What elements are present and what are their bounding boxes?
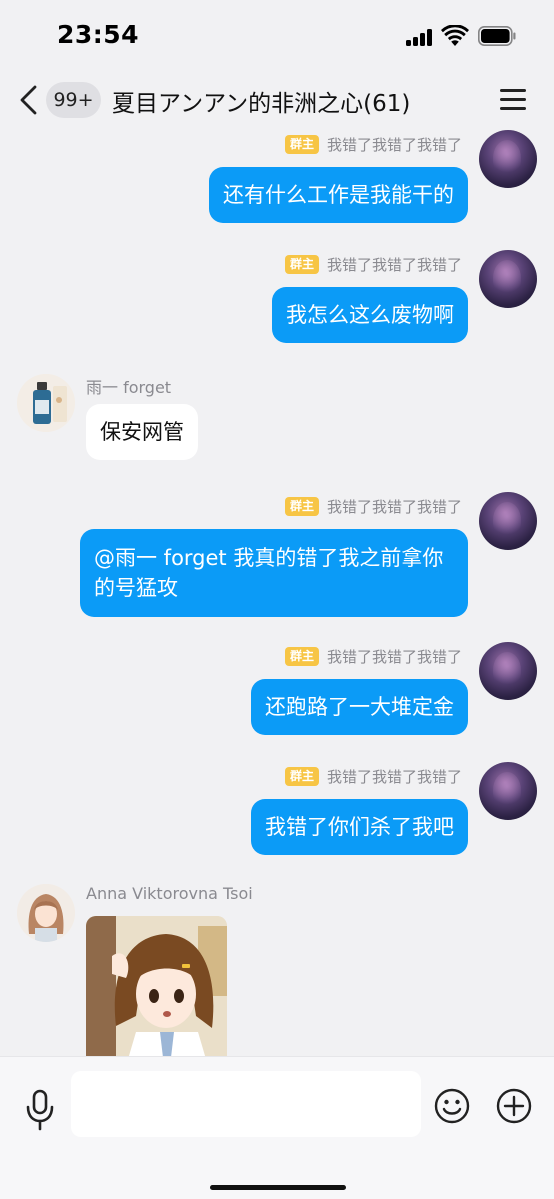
image-message[interactable] (86, 916, 227, 1056)
anime-image (86, 916, 227, 1056)
avatar[interactable] (479, 250, 537, 308)
avatar-bottle-image (17, 374, 75, 432)
owner-badge: 群主 (284, 497, 319, 516)
input-bar (0, 1056, 554, 1199)
avatar[interactable] (479, 130, 537, 188)
menu-icon[interactable] (500, 87, 528, 111)
signal-icon (406, 28, 434, 46)
status-bar: 23:54 (0, 0, 554, 72)
sender-meta: 群主 我错了我错了我错了 (284, 254, 462, 275)
owner-badge: 群主 (284, 255, 319, 274)
sender-name: Anna Viktorovna Tsoi (86, 884, 253, 903)
mic-icon[interactable] (24, 1089, 56, 1131)
message-bubble[interactable]: 还跑路了一大堆定金 (251, 679, 468, 735)
owner-badge: 群主 (284, 767, 319, 786)
sender-name: 雨一 forget (86, 378, 172, 397)
owner-badge: 群主 (284, 135, 319, 154)
home-indicator (210, 1185, 346, 1190)
group-title[interactable]: 夏目アンアン的非洲之心(61) (112, 84, 410, 118)
message-bubble[interactable]: 保安网管 (86, 404, 198, 460)
message-bubble[interactable]: 我错了你们杀了我吧 (251, 799, 468, 855)
message-bubble[interactable]: @雨一 forget 我真的错了我之前拿你的号猛攻 (80, 529, 468, 617)
message-bubble[interactable]: 我怎么这么废物啊 (272, 287, 468, 343)
nav-bar: 99+ 夏目アンアン的非洲之心(61) (0, 72, 554, 128)
avatar[interactable] (17, 374, 75, 432)
sender-name: 我错了我错了我错了 (326, 648, 462, 666)
sender-name: 我错了我错了我错了 (326, 256, 462, 274)
sender-meta: 群主 我错了我错了我错了 (284, 766, 462, 787)
avatar-anime-girl-image (17, 884, 75, 942)
avatar[interactable] (479, 762, 537, 820)
message-list[interactable]: 群主 我错了我错了我错了 还有什么工作是我能干的 群主 我错了我错了我错了 我怎… (0, 128, 554, 1056)
sender-meta: 群主 我错了我错了我错了 (284, 134, 462, 155)
plus-icon[interactable] (496, 1088, 532, 1124)
battery-icon (478, 26, 516, 46)
owner-badge: 群主 (284, 647, 319, 666)
message-bubble[interactable]: 还有什么工作是我能干的 (209, 167, 468, 223)
chat-screen: 23:54 99+ 夏目アンアン的非洲之心(61) 群主 我错了我错了我错了 还… (0, 0, 554, 1199)
status-time: 23:54 (57, 20, 140, 49)
sender-name: 我错了我错了我错了 (326, 768, 462, 786)
back-icon[interactable] (18, 84, 40, 116)
avatar[interactable] (479, 492, 537, 550)
unread-badge[interactable]: 99+ (46, 82, 101, 118)
sender-meta: 群主 我错了我错了我错了 (284, 496, 462, 517)
wifi-icon (441, 25, 469, 46)
avatar[interactable] (17, 884, 75, 942)
message-input[interactable] (71, 1071, 421, 1137)
sender-name: 我错了我错了我错了 (326, 136, 462, 154)
sender-meta: 群主 我错了我错了我错了 (284, 646, 462, 667)
sender-name: 我错了我错了我错了 (326, 498, 462, 516)
emoji-icon[interactable] (434, 1088, 470, 1124)
avatar[interactable] (479, 642, 537, 700)
